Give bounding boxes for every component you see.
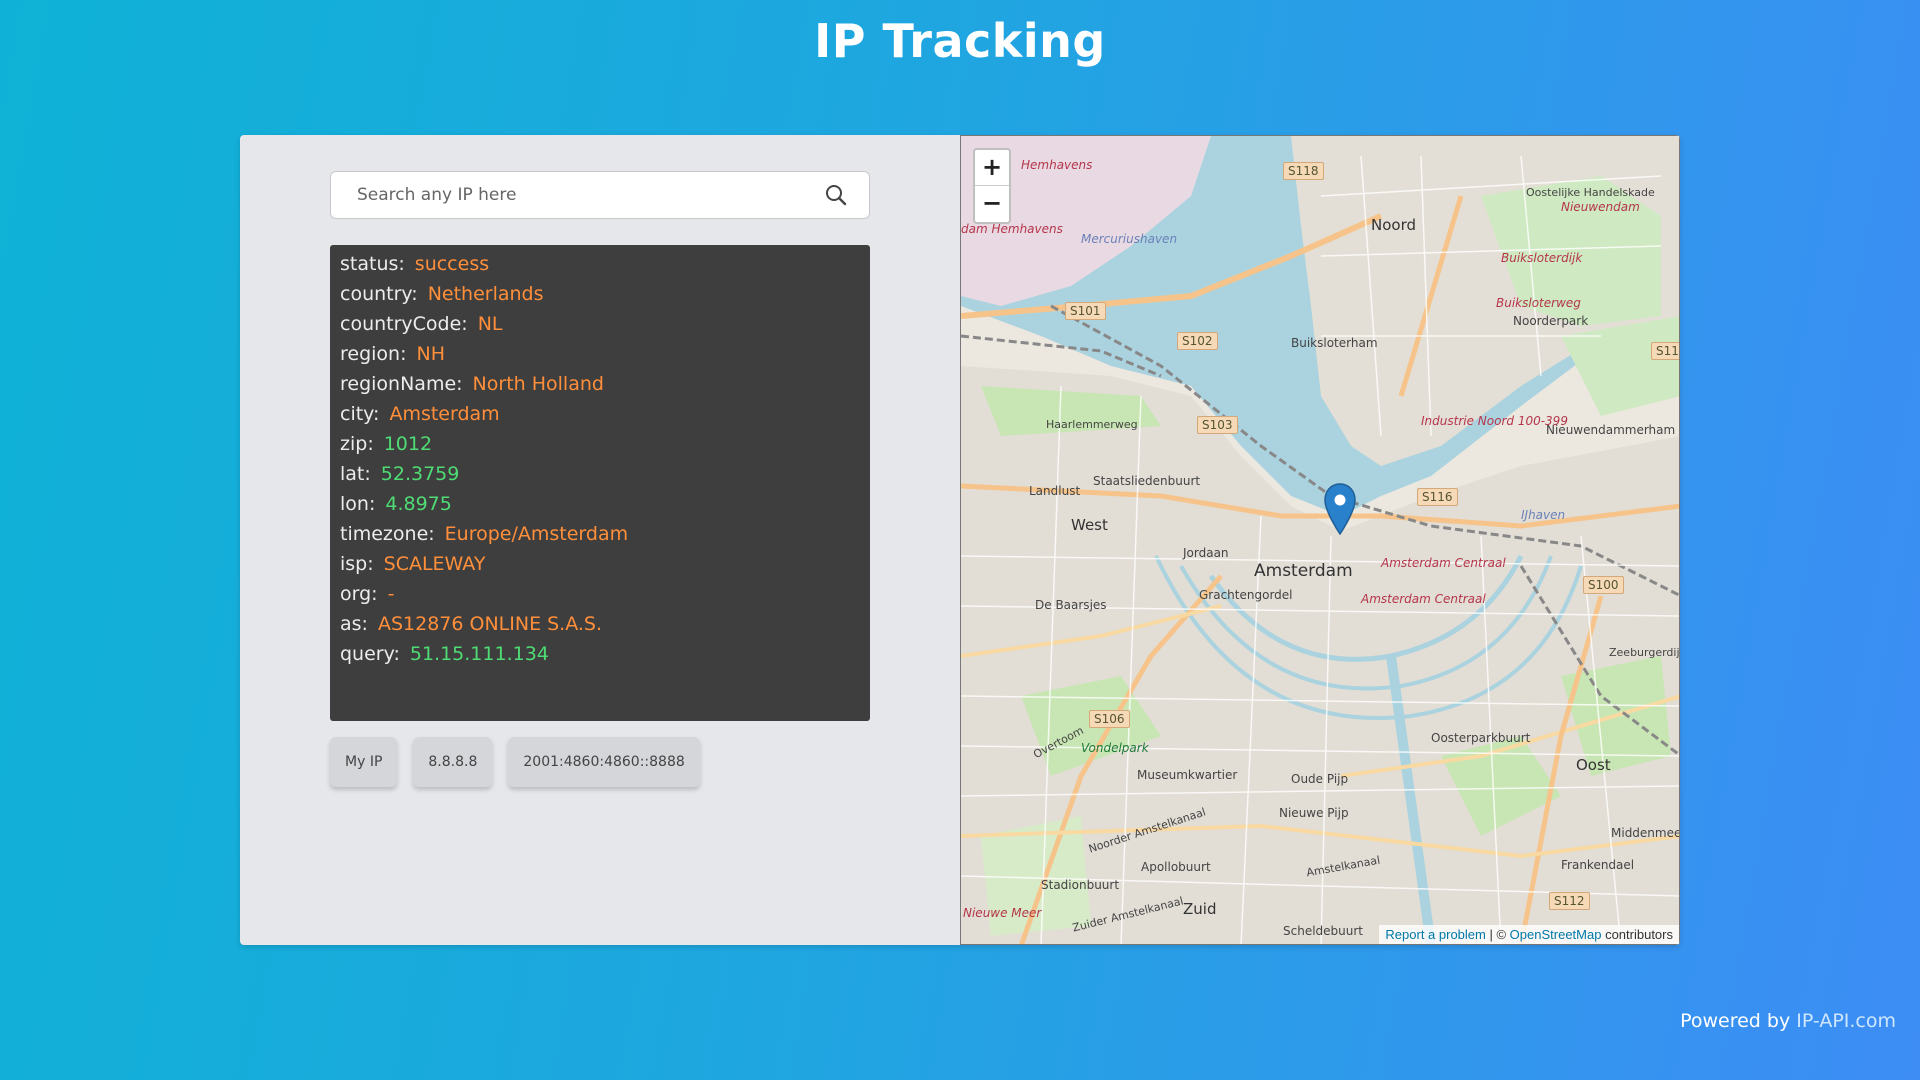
road-shield: S115 (1651, 342, 1679, 360)
map-label-oosterparkbuurt: Oosterparkbuurt (1431, 731, 1531, 745)
map-label-scheldebuurt: Scheldebuurt (1283, 924, 1364, 938)
map-label-amsterdam: Amsterdam (1254, 561, 1353, 581)
google-dns-v6-button[interactable]: 2001:4860:4860::8888 (508, 737, 700, 787)
map-label-middenmeer: Middenmeer (1611, 826, 1680, 840)
map-label-zeeburgerdijk: Zeeburgerdijk (1609, 646, 1680, 659)
map-label-oostelijke: Oostelijke Handelskade (1526, 186, 1655, 199)
location-marker-icon[interactable] (1323, 483, 1357, 535)
result-row: city: Amsterdam (340, 403, 500, 425)
my-ip-button[interactable]: My IP (330, 737, 398, 787)
map-label-amsterdam-centraal-1: Amsterdam Centraal (1381, 556, 1506, 570)
osm-link[interactable]: OpenStreetMap (1510, 927, 1602, 942)
result-panel: status: success country: Netherlands count… (330, 245, 870, 721)
map-label-landlust: Landlust (1029, 484, 1081, 498)
map-label-zuid: Zuid (1183, 900, 1217, 918)
result-row: lat: 52.3759 (340, 463, 460, 485)
result-row: status: success (340, 253, 490, 275)
report-problem-link[interactable]: Report a problem (1385, 927, 1485, 942)
map-label-staatsliedenbuurt: Staatsliedenbuurt (1093, 474, 1201, 488)
map-label-oude-pijp: Oude Pijp (1291, 772, 1349, 786)
zoom-in-button[interactable]: + (975, 150, 1009, 186)
zoom-out-button[interactable]: − (975, 186, 1009, 222)
road-shield: S102 (1177, 332, 1218, 350)
result-row: org: - (340, 583, 395, 605)
map-label-oost: Oost (1576, 756, 1611, 774)
map-label-nieuwe-pijp: Nieuwe Pijp (1279, 806, 1349, 820)
map-label-grachtengordel: Grachtengordel (1199, 588, 1293, 602)
map-label-buiksloterham: Buiksloterham (1291, 336, 1378, 350)
ip-api-link[interactable]: IP-API.com (1796, 1010, 1896, 1032)
result-row: timezone: Europe/Amsterdam (340, 523, 629, 545)
search-input[interactable] (331, 172, 821, 218)
map-label-buiksloterdijk: Buiksloterdijk (1501, 251, 1583, 265)
result-row: isp: SCALEWAY (340, 553, 486, 575)
main-panel: status:success country:Netherlands count… (240, 135, 1680, 945)
zoom-control: + − (973, 148, 1011, 224)
road-shield: S118 (1283, 162, 1324, 180)
result-row: region: NH (340, 343, 445, 365)
map-label-nieuwendam: Nieuwendam (1561, 200, 1640, 214)
result-row: lon: 4.8975 (340, 493, 452, 515)
map-view[interactable]: + − Amsterdam Noord West Oost Zuid Nieuw… (960, 135, 1680, 945)
map-label-nieuwendammerham: Nieuwendammerham (1546, 423, 1676, 437)
road-shield: S112 (1549, 892, 1590, 910)
map-label-nieuwe-meer: Nieuwe Meer (963, 906, 1042, 920)
footer-credit: Powered by IP-API.com (1680, 1010, 1896, 1032)
google-dns-v4-button[interactable]: 8.8.8.8 (413, 737, 493, 787)
map-label-hemhavens-2: dam Hemhavens (961, 222, 1063, 236)
result-row: country: Netherlands (340, 283, 544, 305)
map-label-noord: Noord (1371, 216, 1416, 234)
map-label-noorderpark: Noorderpark (1513, 314, 1589, 328)
result-row: query: 51.15.111.134 (340, 643, 549, 665)
map-label-mercuriushaven: Mercuriushaven (1081, 232, 1178, 246)
search-bar (330, 171, 870, 219)
road-shield: S116 (1417, 488, 1458, 506)
map-label-museumkwartier: Museumkwartier (1137, 768, 1238, 782)
map-label-stadionbuurt: Stadionbuurt (1041, 878, 1120, 892)
map-attribution: Report a problem | © OpenStreetMap contr… (1379, 925, 1679, 944)
map-label-vondelpark: Vondelpark (1081, 741, 1149, 755)
road-shield: S103 (1197, 416, 1238, 434)
result-row: regionName: North Holland (340, 373, 604, 395)
map-label-frankendael: Frankendael (1561, 858, 1635, 872)
map-label-ijhaven: IJhaven (1521, 508, 1566, 522)
result-row: zip: 1012 (340, 433, 433, 455)
map-label-amsterdam-centraal-2: Amsterdam Centraal (1361, 592, 1486, 606)
map-label-buiksloterweg: Buiksloterweg (1496, 296, 1581, 310)
road-shield: S106 (1089, 710, 1130, 728)
result-row: countryCode: NL (340, 313, 503, 335)
search-icon[interactable] (821, 180, 851, 210)
page-title: IP Tracking (814, 14, 1106, 68)
map-label-haarlemmerweg: Haarlemmerweg (1046, 418, 1138, 431)
map-label-de-baarsjes: De Baarsjes (1035, 598, 1107, 612)
map-label-west: West (1071, 516, 1108, 534)
road-shield: S101 (1065, 302, 1106, 320)
quick-ip-buttons: My IP 8.8.8.8 2001:4860:4860::8888 (330, 737, 700, 787)
map-label-hemhavens-1: Hemhavens (1021, 158, 1093, 172)
map-label-jordaan: Jordaan (1183, 546, 1229, 560)
result-row: as: AS12876 ONLINE S.A.S. (340, 613, 603, 635)
map-label-apollobuurt: Apollobuurt (1141, 860, 1211, 874)
road-shield: S100 (1583, 576, 1624, 594)
